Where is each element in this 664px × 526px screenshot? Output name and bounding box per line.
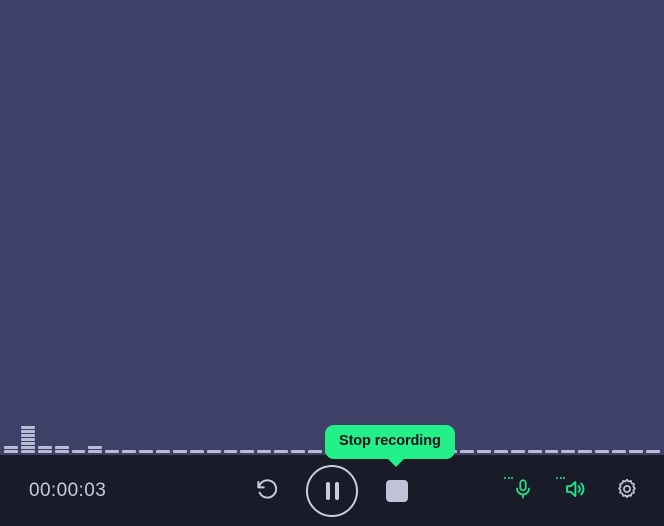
recording-timer: 00:00:03 (29, 479, 107, 501)
waveform-bar (561, 450, 576, 453)
waveform-segment (54, 450, 69, 453)
waveform-segment (88, 446, 103, 449)
waveform-segment (578, 450, 593, 453)
waveform-bar (37, 446, 52, 453)
waveform-bar (156, 450, 170, 453)
waveform-segment (156, 450, 170, 453)
waveform-bar (189, 450, 204, 453)
waveform-segment (105, 450, 120, 453)
waveform-segment (189, 450, 204, 453)
waveform-segment (172, 450, 187, 453)
stop-button[interactable] (380, 474, 414, 508)
waveform-segment (510, 450, 525, 453)
waveform-segment (37, 450, 52, 453)
waveform-bar (291, 450, 306, 453)
waveform-bar (206, 450, 221, 453)
waveform-bar (527, 450, 542, 453)
waveform-segment (71, 450, 86, 453)
waveform-bar (71, 450, 86, 453)
gear-icon (615, 477, 639, 504)
waveform-bar (240, 450, 255, 453)
waveform-segment (493, 450, 508, 453)
waveform-segment (20, 426, 35, 429)
waveform-segment (595, 450, 610, 453)
stop-icon (386, 479, 408, 502)
waveform-bar (544, 450, 559, 453)
waveform-bar (645, 450, 660, 453)
waveform-bar (578, 450, 593, 453)
waveform-segment (54, 446, 69, 449)
restart-button[interactable] (250, 474, 284, 508)
pause-button[interactable] (306, 464, 358, 517)
waveform-bar (460, 450, 474, 453)
waveform-segment (139, 450, 154, 453)
waveform-segment (460, 450, 474, 453)
waveform-segment (20, 430, 35, 433)
waveform-bar (88, 446, 103, 453)
waveform-bar (54, 446, 69, 453)
pause-icon (325, 481, 339, 500)
waveform-bar (595, 450, 610, 453)
waveform-bar (257, 450, 272, 453)
waveform-bar (274, 450, 289, 453)
waveform-bar (510, 450, 525, 453)
waveform-segment (20, 442, 35, 445)
speaker-icon (563, 477, 587, 504)
recorder-toolbar: 00:00:03 (0, 455, 664, 526)
waveform-segment (308, 450, 322, 453)
waveform-bar (493, 450, 508, 453)
waveform-segment (291, 450, 306, 453)
waveform-segment (257, 450, 272, 453)
waveform-bar (628, 450, 643, 453)
waveform-segment (645, 450, 660, 453)
waveform-segment (240, 450, 255, 453)
waveform-segment (206, 450, 221, 453)
speaker-toggle[interactable] (556, 475, 590, 507)
waveform-segment (527, 450, 542, 453)
recording-preview-stage (0, 0, 664, 455)
waveform-segment (20, 438, 35, 441)
waveform-bar (612, 450, 626, 453)
waveform-bar (20, 426, 35, 453)
waveform-segment (20, 450, 35, 453)
settings-button[interactable] (612, 475, 642, 507)
microphone-icon (512, 477, 534, 504)
waveform-bar (476, 450, 491, 453)
microphone-toggle[interactable] (504, 475, 538, 507)
waveform-bar (139, 450, 154, 453)
waveform-segment (476, 450, 491, 453)
waveform-bar (4, 446, 18, 453)
microphone-activity-dots (504, 476, 513, 479)
restart-icon (254, 476, 280, 505)
waveform-segment (20, 434, 35, 437)
waveform-bar (223, 450, 238, 453)
waveform-segment (88, 450, 103, 453)
waveform-segment (223, 450, 238, 453)
waveform-bar (105, 450, 120, 453)
waveform-segment (628, 450, 643, 453)
waveform-segment (561, 450, 576, 453)
device-controls (504, 475, 642, 507)
waveform-segment (544, 450, 559, 453)
waveform-bar (122, 450, 137, 453)
waveform-segment (37, 446, 52, 449)
waveform-segment (20, 446, 35, 449)
waveform-segment (4, 450, 18, 453)
stop-recording-tooltip: Stop recording (325, 425, 455, 466)
waveform-segment (122, 450, 137, 453)
screen-recorder-window: 00:00:03 Stop recording (0, 0, 664, 526)
waveform-bar (172, 450, 187, 453)
waveform-segment (4, 446, 18, 449)
waveform-segment (612, 450, 626, 453)
waveform-bar (308, 450, 322, 453)
speaker-activity-dots (556, 476, 565, 479)
waveform-segment (274, 450, 289, 453)
